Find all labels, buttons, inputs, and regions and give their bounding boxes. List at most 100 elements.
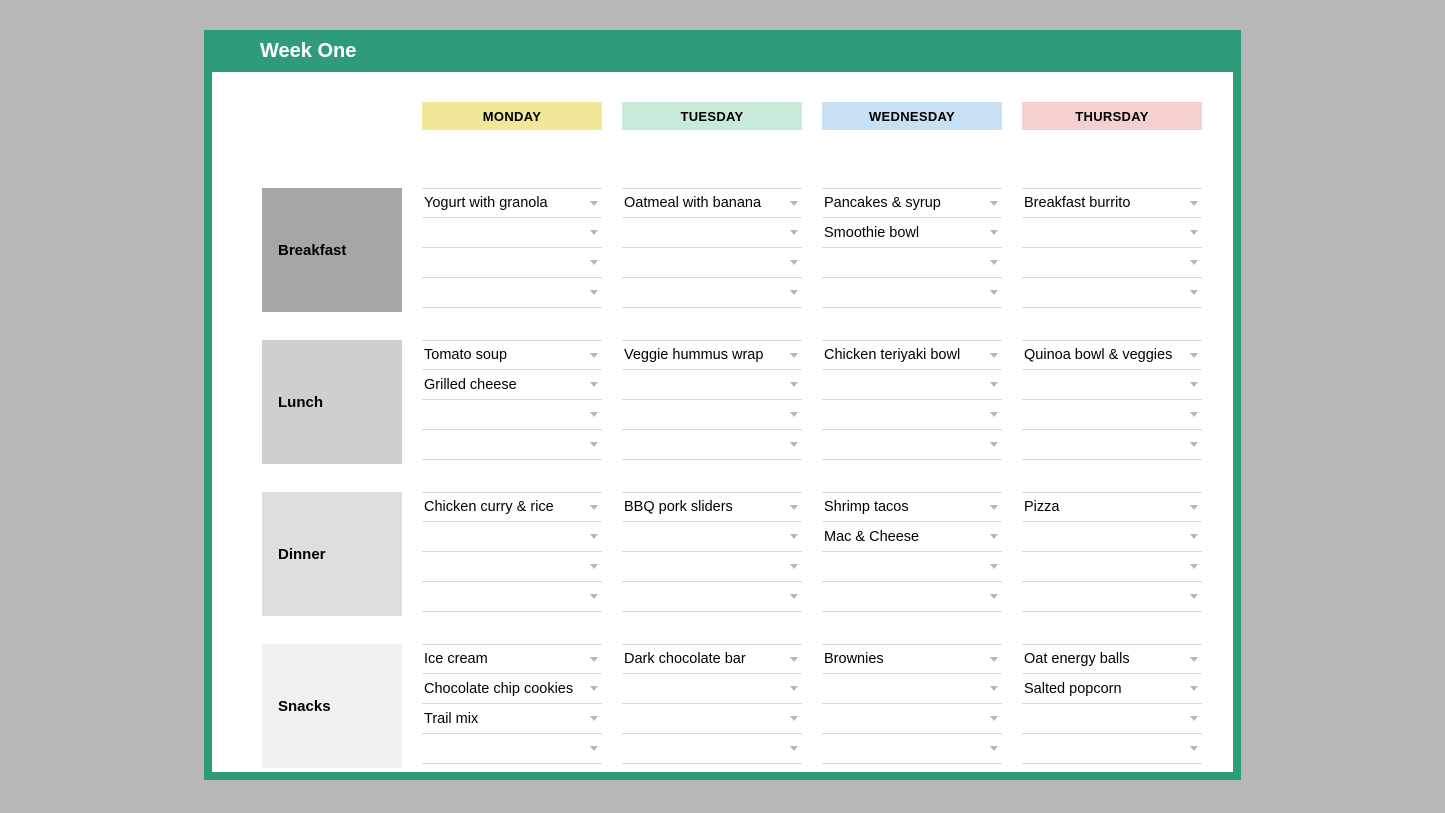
- meal-slot[interactable]: Tomato soup: [422, 340, 602, 370]
- meal-slot[interactable]: [622, 278, 802, 308]
- planner-card: Week One MONDAYTUESDAYWEDNESDAYTHURSDAYB…: [204, 30, 1241, 780]
- dropdown-caret-icon: [790, 201, 798, 206]
- slot-column-lunch-tue: Veggie hummus wrap: [622, 340, 802, 464]
- meal-slot[interactable]: [1022, 704, 1202, 734]
- meal-slot[interactable]: [822, 278, 1002, 308]
- meal-slot[interactable]: [622, 704, 802, 734]
- dropdown-caret-icon: [590, 201, 598, 206]
- meal-slot[interactable]: [1022, 370, 1202, 400]
- meal-slot[interactable]: [1022, 552, 1202, 582]
- meal-slot[interactable]: Grilled cheese: [422, 370, 602, 400]
- meal-slot[interactable]: Mac & Cheese: [822, 522, 1002, 552]
- meal-slot[interactable]: Shrimp tacos: [822, 492, 1002, 522]
- meal-label-breakfast: Breakfast: [262, 188, 402, 312]
- meal-slot[interactable]: Yogurt with granola: [422, 188, 602, 218]
- meal-slot[interactable]: [1022, 522, 1202, 552]
- dropdown-caret-icon: [990, 716, 998, 721]
- meal-slot[interactable]: [422, 552, 602, 582]
- meal-slot[interactable]: [622, 734, 802, 764]
- meal-slot[interactable]: [622, 430, 802, 460]
- meal-slot-text: Breakfast burrito: [1022, 195, 1190, 211]
- dropdown-caret-icon: [1190, 594, 1198, 599]
- meal-slot[interactable]: [822, 430, 1002, 460]
- meal-slot[interactable]: [822, 248, 1002, 278]
- meal-slot[interactable]: Chicken curry & rice: [422, 492, 602, 522]
- meal-slot[interactable]: [622, 218, 802, 248]
- dropdown-caret-icon: [790, 746, 798, 751]
- meal-slot[interactable]: Oat energy balls: [1022, 644, 1202, 674]
- spacer: [1022, 130, 1202, 188]
- dropdown-caret-icon: [590, 260, 598, 265]
- meal-slot[interactable]: Oatmeal with banana: [622, 188, 802, 218]
- meal-slot[interactable]: [422, 400, 602, 430]
- meal-slot[interactable]: BBQ pork sliders: [622, 492, 802, 522]
- meal-slot[interactable]: Breakfast burrito: [1022, 188, 1202, 218]
- meal-slot[interactable]: Dark chocolate bar: [622, 644, 802, 674]
- meal-slot[interactable]: [422, 734, 602, 764]
- meal-slot-text: Ice cream: [422, 651, 590, 667]
- meal-slot[interactable]: [822, 400, 1002, 430]
- dropdown-caret-icon: [590, 746, 598, 751]
- dropdown-caret-icon: [1190, 201, 1198, 206]
- meal-slot[interactable]: Quinoa bowl & veggies: [1022, 340, 1202, 370]
- meal-slot[interactable]: [622, 522, 802, 552]
- meal-slot[interactable]: [1022, 400, 1202, 430]
- slot-column-breakfast-thu: Breakfast burrito: [1022, 188, 1202, 312]
- spacer: [262, 130, 402, 188]
- meal-slot[interactable]: [622, 248, 802, 278]
- meal-slot[interactable]: Pancakes & syrup: [822, 188, 1002, 218]
- meal-slot[interactable]: [422, 278, 602, 308]
- meal-slot[interactable]: [1022, 430, 1202, 460]
- meal-slot[interactable]: [622, 400, 802, 430]
- meal-slot[interactable]: [622, 370, 802, 400]
- meal-slot[interactable]: Pizza: [1022, 492, 1202, 522]
- meal-slot[interactable]: Trail mix: [422, 704, 602, 734]
- meal-slot[interactable]: Chicken teriyaki bowl: [822, 340, 1002, 370]
- meal-slot[interactable]: [422, 522, 602, 552]
- meal-slot[interactable]: [1022, 278, 1202, 308]
- meal-slot[interactable]: [822, 734, 1002, 764]
- meal-slot[interactable]: Salted popcorn: [1022, 674, 1202, 704]
- dropdown-caret-icon: [1190, 534, 1198, 539]
- meal-slot[interactable]: [822, 582, 1002, 612]
- slot-column-dinner-mon: Chicken curry & rice: [422, 492, 602, 616]
- meal-slot[interactable]: Veggie hummus wrap: [622, 340, 802, 370]
- meal-slot-text: Chicken curry & rice: [422, 499, 590, 515]
- meal-slot[interactable]: [422, 582, 602, 612]
- slot-column-snacks-thu: Oat energy balls Salted popcorn: [1022, 644, 1202, 768]
- dropdown-caret-icon: [790, 594, 798, 599]
- slot-column-dinner-tue: BBQ pork sliders: [622, 492, 802, 616]
- meal-slot[interactable]: [1022, 218, 1202, 248]
- meal-slot[interactable]: [1022, 582, 1202, 612]
- meal-slot[interactable]: [822, 370, 1002, 400]
- dropdown-caret-icon: [590, 594, 598, 599]
- meal-slot[interactable]: [1022, 248, 1202, 278]
- meal-slot[interactable]: [622, 582, 802, 612]
- meal-slot[interactable]: Chocolate chip cookies: [422, 674, 602, 704]
- meal-slot-text: Pizza: [1022, 499, 1190, 515]
- meal-slot[interactable]: Brownies: [822, 644, 1002, 674]
- meal-slot-text: Tomato soup: [422, 347, 590, 363]
- dropdown-caret-icon: [590, 382, 598, 387]
- dropdown-caret-icon: [790, 716, 798, 721]
- meal-slot-text: Quinoa bowl & veggies: [1022, 347, 1190, 363]
- meal-slot[interactable]: [822, 552, 1002, 582]
- meal-slot[interactable]: [822, 704, 1002, 734]
- dropdown-caret-icon: [1190, 657, 1198, 662]
- slot-column-snacks-wed: Brownies: [822, 644, 1002, 768]
- meal-slot[interactable]: [1022, 734, 1202, 764]
- spacer: [822, 616, 1002, 644]
- spacer: [262, 616, 402, 644]
- meal-slot-text: Salted popcorn: [1022, 681, 1190, 697]
- meal-slot[interactable]: [622, 552, 802, 582]
- meal-slot[interactable]: [422, 248, 602, 278]
- meal-slot[interactable]: [422, 218, 602, 248]
- meal-slot[interactable]: Ice cream: [422, 644, 602, 674]
- meal-slot[interactable]: [622, 674, 802, 704]
- spacer: [422, 130, 602, 188]
- meal-slot[interactable]: [422, 430, 602, 460]
- dropdown-caret-icon: [790, 353, 798, 358]
- panel: MONDAYTUESDAYWEDNESDAYTHURSDAYBreakfastY…: [212, 72, 1233, 772]
- meal-slot[interactable]: [822, 674, 1002, 704]
- meal-slot[interactable]: Smoothie bowl: [822, 218, 1002, 248]
